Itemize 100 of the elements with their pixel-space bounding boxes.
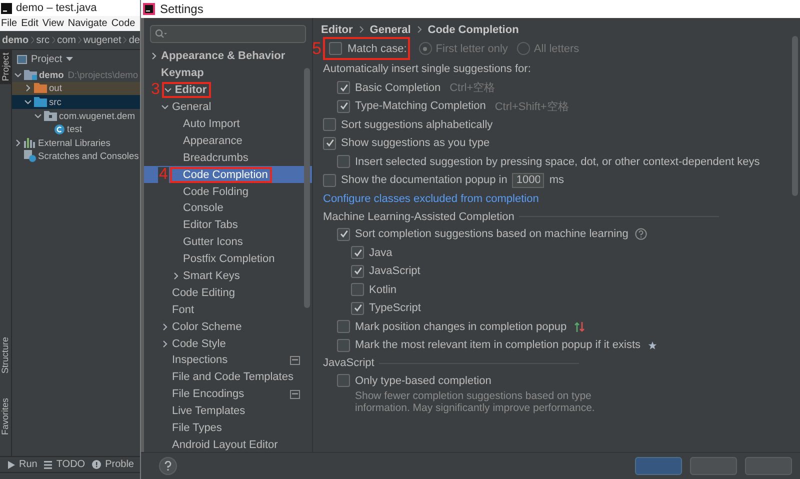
menu-item[interactable]: Code [111, 18, 136, 29]
folder-icon [44, 110, 57, 121]
checkbox[interactable] [351, 302, 364, 315]
project-tree-item[interactable]: src [12, 95, 140, 109]
checkbox[interactable] [337, 155, 350, 168]
settings-tree-item[interactable]: Code Editing [144, 284, 312, 302]
chevron-icon[interactable] [164, 86, 172, 94]
settings-tree-item[interactable]: Breadcrumbs [144, 149, 312, 166]
settings-tree-item[interactable]: Code Style [144, 335, 312, 352]
chevron-icon[interactable] [34, 112, 42, 120]
settings-tree-item[interactable]: File Types [144, 420, 312, 436]
scrollbar-thumb[interactable] [792, 36, 798, 196]
chevron-icon[interactable] [150, 52, 158, 60]
settings-tree-item[interactable]: Color Scheme [144, 318, 312, 336]
search-field[interactable] [150, 25, 306, 43]
option-label: JavaScript [369, 265, 420, 278]
checkbox[interactable] [329, 42, 342, 55]
search-icon [155, 29, 167, 39]
chevron-icon[interactable] [161, 103, 169, 112]
project-tree-item[interactable]: demo D:\projects\demo [12, 68, 140, 82]
settings-tree-item[interactable]: Inspections [144, 352, 312, 369]
settings-tree-item[interactable]: File Encodings [144, 386, 312, 403]
project-tree-item[interactable]: Scratches and Consoles [12, 150, 140, 164]
checkbox[interactable] [323, 118, 336, 132]
scrollbar-thumb[interactable] [304, 68, 310, 308]
annotation-number: 5 [313, 40, 322, 56]
chevron-icon[interactable] [172, 272, 180, 280]
project-tree-item[interactable]: External Libraries [12, 136, 140, 150]
settings-tree-item[interactable]: 4 Code Completion [144, 166, 312, 184]
tool-window-button[interactable]: Proble [92, 459, 134, 470]
checkbox[interactable] [337, 228, 350, 241]
side-tab[interactable]: Structure [0, 334, 11, 377]
breadcrumb-item: Editor [321, 24, 353, 36]
settings-tree-item[interactable]: File and Code Templates [144, 368, 312, 386]
menu-item[interactable]: View [42, 18, 64, 29]
delay-input[interactable]: 1000 [512, 172, 544, 188]
chevron-icon[interactable] [14, 70, 22, 79]
project-tree-item[interactable]: out [12, 82, 140, 96]
window-title: demo – test.java [16, 2, 97, 14]
breadcrumb-item: Code Completion [428, 24, 519, 36]
chevron-icon[interactable] [161, 322, 169, 331]
help-icon[interactable] [635, 228, 648, 240]
settings-tree-item[interactable]: Smart Keys [144, 268, 312, 284]
tool-window-button[interactable]: Run [8, 459, 38, 470]
settings-tree-item[interactable]: Keymap [144, 64, 312, 82]
checkbox[interactable] [351, 264, 364, 278]
side-tab[interactable]: Project [0, 50, 11, 84]
checkbox[interactable] [337, 81, 350, 94]
option-label: Show suggestions as you type [341, 137, 490, 150]
chevron-icon[interactable] [24, 84, 32, 92]
breadcrumb-item[interactable]: src [36, 34, 50, 46]
checkbox[interactable] [337, 100, 350, 113]
side-tab[interactable]: Favorites [0, 394, 11, 438]
section-title: Machine Learning-Assisted Completion [323, 210, 514, 222]
breadcrumb-item[interactable]: wugenet [84, 34, 122, 46]
option-label: Mark the most relevant item in completion popup if it exists [355, 339, 641, 352]
settings-tree-item[interactable]: Android Layout Editor [144, 436, 312, 452]
play-icon [8, 460, 15, 468]
project-tree-item[interactable]: test [12, 122, 140, 136]
settings-tree-item[interactable]: 3 Editor [144, 82, 312, 99]
checkbox[interactable] [337, 320, 350, 334]
section-title: JavaScript [323, 357, 374, 369]
checkbox[interactable] [351, 246, 364, 260]
checkbox[interactable] [337, 374, 350, 388]
breadcrumb-item[interactable]: com [57, 34, 76, 46]
settings-tree-item[interactable]: Appearance & Behavior [144, 48, 312, 65]
chevron-icon[interactable] [14, 138, 22, 147]
settings-tree-item[interactable]: Console [144, 200, 312, 217]
menu-item[interactable]: Edit [21, 18, 38, 29]
settings-tree-item[interactable]: Code Folding [144, 183, 312, 200]
project-tree-item[interactable]: com.wugenet.dem [12, 108, 140, 122]
dropdown-icon[interactable] [66, 57, 74, 61]
chevron-icon[interactable] [24, 98, 32, 106]
settings-tree-item[interactable]: Gutter Icons [144, 234, 312, 251]
help-button[interactable] [159, 457, 177, 475]
panel-title[interactable]: Project [31, 54, 62, 64]
chevron-icon [358, 26, 364, 33]
settings-tree-item[interactable]: Auto Import [144, 116, 312, 132]
option-label: Type-Matching Completion [355, 100, 486, 112]
settings-tree-item[interactable]: Font [144, 301, 312, 318]
settings-tree-item[interactable]: Postfix Completion [144, 250, 312, 268]
tool-window-button[interactable]: TODO [44, 459, 86, 470]
menu-item[interactable]: File [1, 18, 18, 29]
checkbox[interactable] [351, 283, 364, 296]
question-mark-icon [164, 461, 172, 471]
checkbox[interactable] [323, 136, 336, 150]
settings-tree-item[interactable]: Editor Tabs [144, 216, 312, 234]
checkbox[interactable] [337, 338, 350, 352]
checkbox[interactable] [323, 174, 336, 187]
breadcrumb-item[interactable]: demo [2, 34, 29, 46]
star-icon [648, 340, 657, 350]
option-label: Kotlin [369, 284, 397, 296]
option-label: Insert selected suggestion by pressing space, dot, or other context-dependent keys [355, 156, 760, 168]
chevron-icon[interactable] [161, 340, 169, 348]
settings-tree-item[interactable]: General [144, 98, 312, 116]
settings-tree-item[interactable]: Live Templates [144, 402, 312, 420]
configure-link[interactable]: Configure classes excluded from completion [323, 192, 539, 205]
breadcrumb-item[interactable]: de [128, 34, 140, 46]
settings-tree-item[interactable]: Appearance [144, 132, 312, 150]
menu-item[interactable]: Navigate [68, 18, 108, 29]
